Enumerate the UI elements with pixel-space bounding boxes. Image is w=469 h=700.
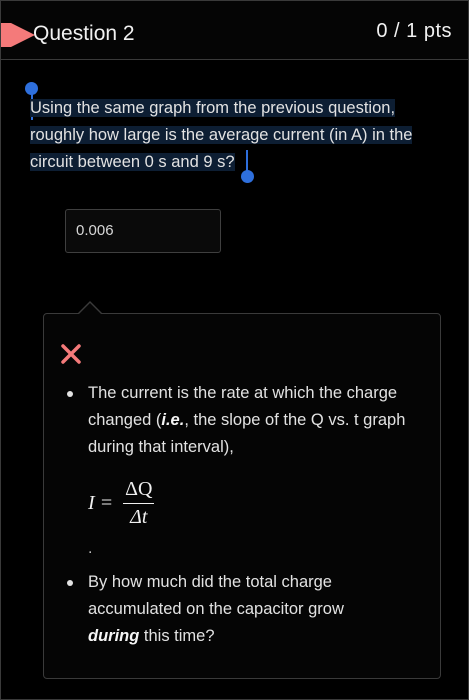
flag-arrow [11,23,35,47]
bullet-dot [67,580,73,586]
selection-start-handle[interactable] [25,82,38,95]
current-formula: I = ΔQ Δt [88,478,155,529]
feedback-text: this time? [139,627,215,645]
formula-fraction: ΔQ Δt [123,478,155,529]
incorrect-x-icon [61,344,81,364]
question-text: Using the same graph from the previous q… [30,95,450,176]
question-points: 0 / 1 pts [376,20,452,42]
feedback-emphasis: during [88,627,140,645]
question-text-selected: Using the same graph from the previous q… [30,99,413,171]
formula-numerator: ΔQ [123,478,155,504]
feedback-emphasis: i.e. [161,411,185,429]
feedback-text: By how much did the total charge accumul… [88,573,344,618]
formula-denominator: Δt [130,506,148,528]
selection-end-handle[interactable] [241,170,254,183]
bullet-dot [67,391,73,397]
formula-period: . [88,540,93,557]
feedback-bullet-2: By how much did the total charge accumul… [88,569,388,650]
feedback-bullet-1: The current is the rate at which the cha… [88,380,428,461]
formula-lhs: I = [88,492,114,514]
question-flag[interactable] [1,23,11,47]
feedback-pointer-fill [79,303,101,314]
question-header: Question 2 0 / 1 pts [1,1,468,60]
question-title: Question 2 [33,22,135,45]
answer-input[interactable]: 0.006 [65,209,221,253]
answer-value: 0.006 [76,222,114,239]
